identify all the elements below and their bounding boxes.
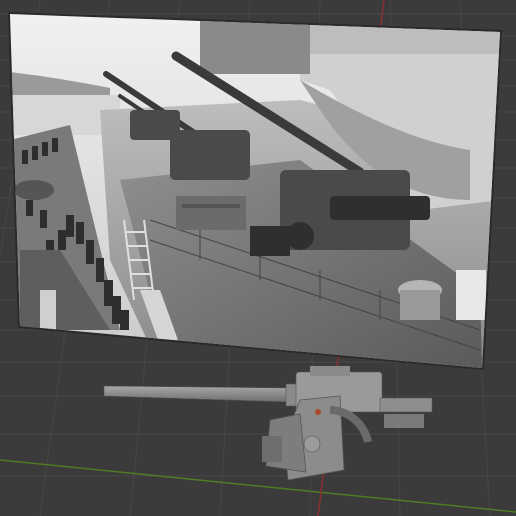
gun-3d-model[interactable] (103, 366, 433, 481)
3d-viewport[interactable] (0, 0, 516, 516)
reference-image-plane[interactable] (0, 0, 516, 380)
x-axis-line (0, 459, 516, 513)
